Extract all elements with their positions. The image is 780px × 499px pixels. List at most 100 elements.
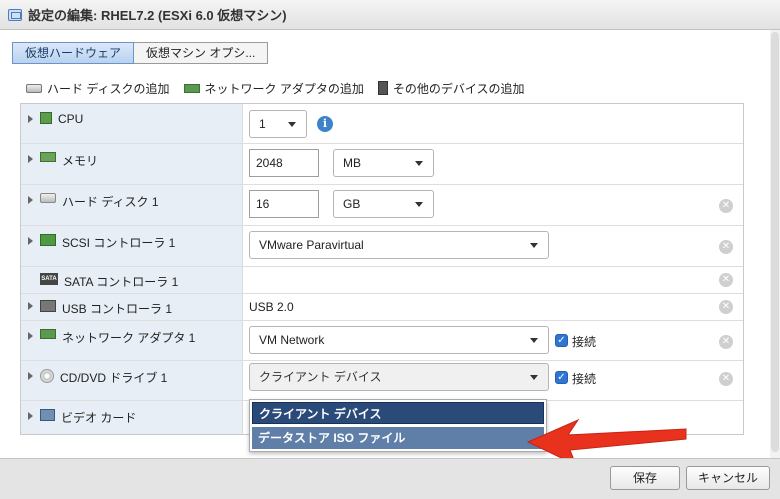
network-label-cell[interactable]: ネットワーク アダプタ 1 bbox=[21, 321, 243, 360]
cdrom-connect-checkbox[interactable]: ✓ bbox=[555, 371, 568, 384]
hardware-grid: CPU 1 i メモリ 2048 MB ハード ディスク 1 16 GB ✕ S… bbox=[20, 103, 744, 435]
no-expand-spacer bbox=[28, 276, 33, 284]
video-label-cell[interactable]: ビデオ カード bbox=[21, 401, 243, 434]
disk-size-input[interactable]: 16 bbox=[249, 190, 319, 218]
memory-size-input[interactable]: 2048 bbox=[249, 149, 319, 177]
chevron-down-icon bbox=[288, 122, 296, 127]
remove-usb-icon[interactable]: ✕ bbox=[719, 300, 733, 314]
hardware-row-cpu: CPU 1 i bbox=[21, 104, 743, 144]
expand-arrow-icon[interactable] bbox=[28, 196, 33, 204]
scsi-type-select[interactable]: VMware Paravirtual bbox=[249, 231, 549, 259]
memory-unit-value: MB bbox=[343, 156, 361, 170]
cdrom-source-dropdown: クライアント デバイス データストア ISO ファイル bbox=[249, 399, 547, 452]
cpu-count-select[interactable]: 1 bbox=[249, 110, 307, 138]
scsi-label: SCSI コントローラ 1 bbox=[62, 236, 176, 250]
scsi-value-cell: VMware Paravirtual ✕ bbox=[243, 226, 743, 266]
cdrom-source-select[interactable]: クライアント デバイス bbox=[249, 363, 549, 391]
add-disk-button[interactable]: ハード ディスクの追加 bbox=[26, 80, 170, 97]
chevron-down-icon bbox=[530, 338, 538, 343]
network-adapter-icon bbox=[183, 83, 200, 93]
cdrom-value-cell: クライアント デバイス ✓ 接続 ✕ bbox=[243, 361, 743, 400]
info-icon[interactable]: i bbox=[317, 116, 333, 132]
scsi-label-cell[interactable]: SCSI コントローラ 1 bbox=[21, 226, 243, 266]
cd-dvd-icon bbox=[40, 369, 54, 383]
hardware-row-usb: USB コントローラ 1 USB 2.0 ✕ bbox=[21, 294, 743, 321]
usb-version-value: USB 2.0 bbox=[249, 300, 294, 314]
usb-label: USB コントローラ 1 bbox=[62, 302, 173, 316]
add-disk-label: ハード ディスクの追加 bbox=[47, 81, 170, 96]
hard-disk-icon bbox=[40, 193, 56, 203]
dialog-content: 仮想ハードウェア 仮想マシン オプシ... ハード ディスクの追加 ネットワーク… bbox=[0, 30, 780, 458]
cpu-icon bbox=[40, 112, 52, 124]
scrollbar[interactable] bbox=[770, 30, 780, 458]
cpu-count-value: 1 bbox=[259, 117, 266, 131]
disk-label-cell[interactable]: ハード ディスク 1 bbox=[21, 185, 243, 225]
remove-network-icon[interactable]: ✕ bbox=[719, 335, 733, 349]
network-label: ネットワーク アダプタ 1 bbox=[62, 331, 196, 345]
network-connect-label: 接続 bbox=[572, 335, 597, 349]
memory-label: メモリ bbox=[62, 154, 99, 168]
chevron-down-icon bbox=[415, 161, 423, 166]
tab-bar: 仮想ハードウェア 仮想マシン オプシ... bbox=[12, 42, 269, 64]
cancel-button[interactable]: キャンセル bbox=[686, 466, 770, 490]
window-title: 設定の編集: RHEL7.2 (ESXi 6.0 仮想マシン) bbox=[28, 8, 287, 23]
remove-sata-icon[interactable]: ✕ bbox=[719, 273, 733, 287]
hardware-row-sata: SATA SATA コントローラ 1 ✕ bbox=[21, 267, 743, 294]
device-icon bbox=[377, 81, 388, 95]
remove-cdrom-icon[interactable]: ✕ bbox=[719, 372, 733, 386]
chevron-down-icon bbox=[530, 375, 538, 380]
memory-label-cell[interactable]: メモリ bbox=[21, 144, 243, 184]
expand-arrow-icon[interactable] bbox=[28, 332, 33, 340]
tab-vm-options[interactable]: 仮想マシン オプシ... bbox=[134, 42, 269, 64]
disk-unit-select[interactable]: GB bbox=[333, 190, 434, 218]
tab-virtual-hardware[interactable]: 仮想ハードウェア bbox=[12, 42, 135, 64]
expand-arrow-icon[interactable] bbox=[28, 302, 33, 310]
disk-value-cell: 16 GB ✕ bbox=[243, 185, 743, 225]
hardware-row-network: ネットワーク アダプタ 1 VM Network ✓ 接続 ✕ bbox=[21, 321, 743, 361]
hardware-row-memory: メモリ 2048 MB bbox=[21, 144, 743, 185]
expand-arrow-icon[interactable] bbox=[28, 412, 33, 420]
disk-unit-value: GB bbox=[343, 197, 361, 211]
hard-disk-icon bbox=[26, 83, 42, 93]
hardware-row-cdrom: CD/DVD ドライブ 1 クライアント デバイス ✓ 接続 ✕ bbox=[21, 361, 743, 401]
memory-value-cell: 2048 MB bbox=[243, 144, 743, 184]
dropdown-option-datastore-iso[interactable]: データストア ISO ファイル bbox=[252, 427, 544, 449]
vm-settings-icon bbox=[8, 8, 22, 21]
save-button[interactable]: 保存 bbox=[610, 466, 680, 490]
dropdown-option-client-device[interactable]: クライアント デバイス bbox=[252, 402, 544, 424]
remove-disk-icon[interactable]: ✕ bbox=[719, 199, 733, 213]
usb-controller-icon bbox=[40, 300, 56, 312]
dialog-footer: 保存 キャンセル bbox=[0, 458, 780, 499]
usb-label-cell[interactable]: USB コントローラ 1 bbox=[21, 294, 243, 320]
network-value-cell: VM Network ✓ 接続 ✕ bbox=[243, 321, 743, 360]
chevron-down-icon bbox=[415, 202, 423, 207]
expand-arrow-icon[interactable] bbox=[28, 237, 33, 245]
sata-label-cell[interactable]: SATA SATA コントローラ 1 bbox=[21, 267, 243, 293]
expand-arrow-icon[interactable] bbox=[28, 115, 33, 123]
scrollbar-thumb[interactable] bbox=[771, 32, 779, 452]
add-other-device-button[interactable]: その他のデバイスの追加 bbox=[377, 80, 525, 97]
cdrom-connect-label: 接続 bbox=[572, 372, 597, 386]
cpu-value-cell: 1 i bbox=[243, 104, 743, 143]
cdrom-source-value: クライアント デバイス bbox=[259, 370, 382, 384]
hardware-toolbar: ハード ディスクの追加 ネットワーク アダプタの追加 その他のデバイスの追加 bbox=[26, 80, 539, 96]
disk-label: ハード ディスク 1 bbox=[62, 195, 159, 209]
network-connect-checkbox[interactable]: ✓ bbox=[555, 334, 568, 347]
scsi-type-value: VMware Paravirtual bbox=[259, 238, 364, 252]
title-bar: 設定の編集: RHEL7.2 (ESXi 6.0 仮想マシン) bbox=[0, 0, 780, 30]
network-adapter-icon bbox=[40, 329, 56, 339]
remove-scsi-icon[interactable]: ✕ bbox=[719, 240, 733, 254]
video-label: ビデオ カード bbox=[61, 411, 137, 425]
cpu-label-cell[interactable]: CPU bbox=[21, 104, 243, 143]
scsi-controller-icon bbox=[40, 234, 56, 246]
sata-label: SATA コントローラ 1 bbox=[64, 275, 179, 289]
expand-arrow-icon[interactable] bbox=[28, 372, 33, 380]
memory-unit-select[interactable]: MB bbox=[333, 149, 434, 177]
chevron-down-icon bbox=[530, 243, 538, 248]
cdrom-label-cell[interactable]: CD/DVD ドライブ 1 bbox=[21, 361, 243, 400]
network-select[interactable]: VM Network bbox=[249, 326, 549, 354]
hardware-row-hard-disk: ハード ディスク 1 16 GB ✕ bbox=[21, 185, 743, 226]
add-network-button[interactable]: ネットワーク アダプタの追加 bbox=[183, 80, 364, 97]
expand-arrow-icon[interactable] bbox=[28, 155, 33, 163]
video-card-icon bbox=[40, 409, 55, 421]
